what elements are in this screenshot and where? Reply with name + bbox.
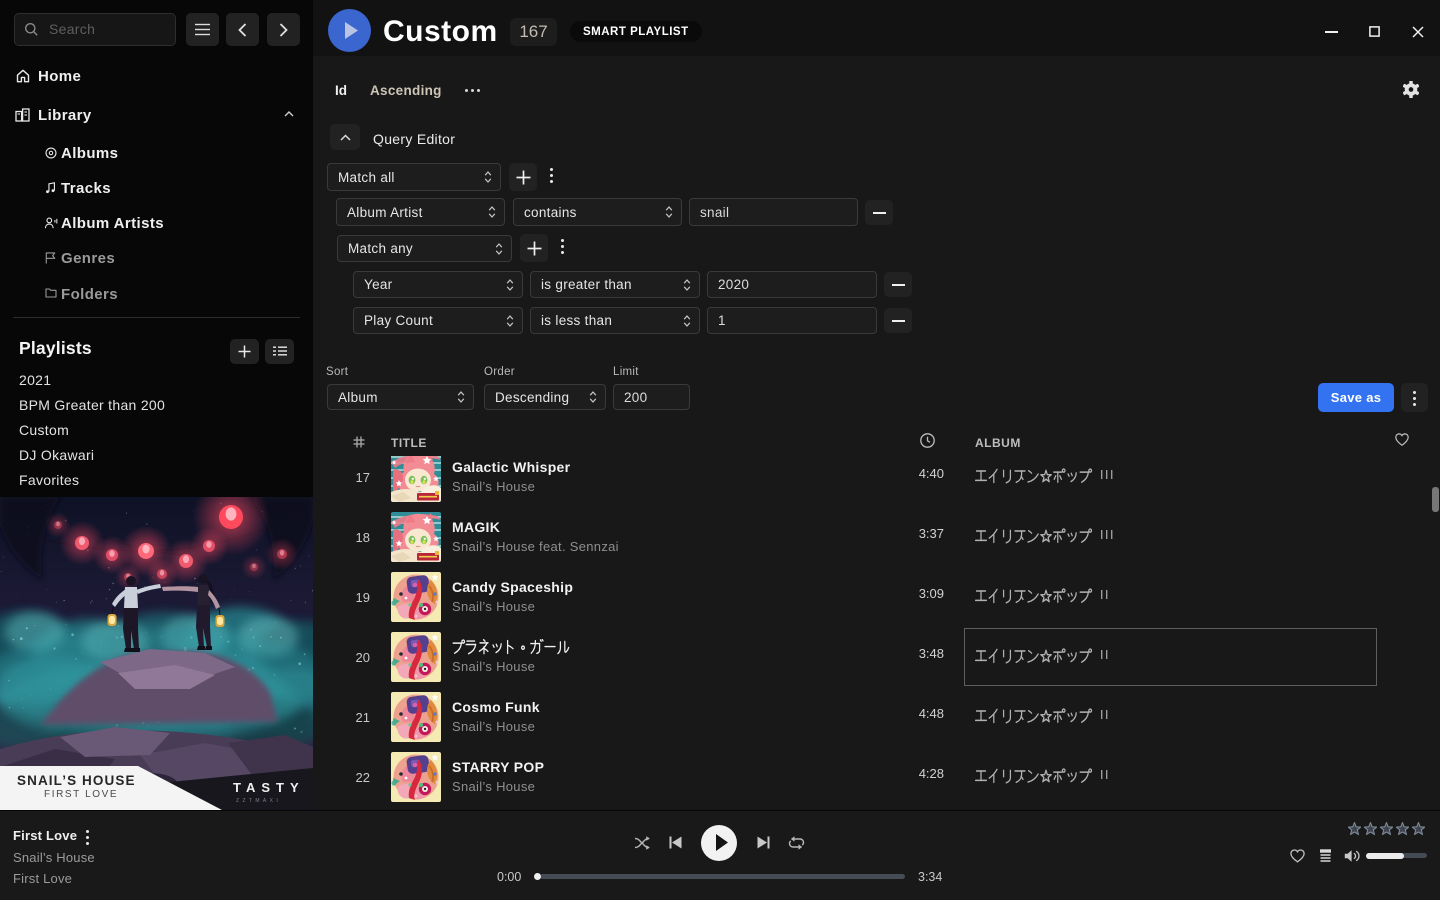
svg-text:ZZTMAXI: ZZTMAXI: [236, 798, 281, 804]
svg-text:SNAIL’S HOUSE: SNAIL’S HOUSE: [17, 773, 136, 788]
svg-text:TASTY: TASTY: [233, 780, 305, 795]
svg-text:FIRST LOVE: FIRST LOVE: [44, 789, 118, 800]
